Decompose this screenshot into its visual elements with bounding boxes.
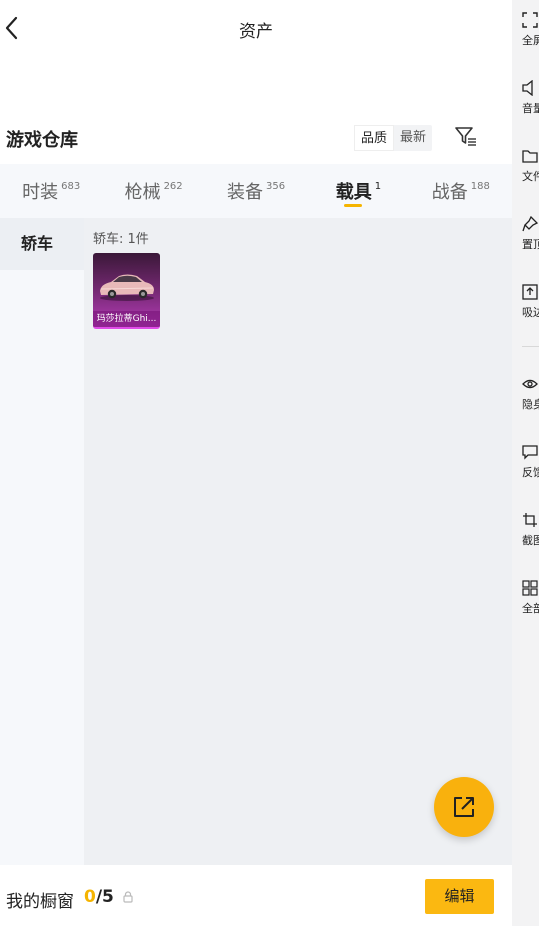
toolbar-fullscreen[interactable]: 全屏	[522, 12, 539, 48]
toolbar-label: 吸边	[522, 306, 539, 319]
toolbar-label: 反馈	[522, 466, 539, 479]
toolbar-volume[interactable]: 音量	[522, 80, 539, 116]
floating-toolbar: 全屏 音量 文件 置顶 吸边 隐身 反馈 截图 全部	[512, 0, 539, 926]
showcase-total: /5	[95, 887, 114, 907]
toolbar-label: 截图	[522, 534, 539, 547]
tab-label: 枪械	[124, 182, 161, 203]
showcase-count: 0/5	[84, 887, 114, 907]
toolbar-label: 隐身	[522, 398, 539, 411]
dock-icon	[522, 284, 538, 300]
toolbar-label: 置顶	[522, 238, 539, 251]
toolbar-label: 文件	[522, 170, 539, 183]
tab-label: 时装	[22, 182, 59, 203]
tab-battle-gear[interactable]: 战备 188	[410, 164, 512, 218]
sort-toggle: 品质 最新	[354, 125, 433, 151]
volume-icon	[522, 80, 533, 96]
filter-button[interactable]	[454, 125, 478, 149]
tab-count: 356	[265, 181, 286, 192]
warehouse-header: 游戏仓库 品质 最新	[0, 118, 512, 158]
warehouse-title: 游戏仓库	[6, 130, 78, 151]
toolbar-feedback[interactable]: 反馈	[522, 444, 539, 480]
toolbar-dock[interactable]: 吸边	[522, 284, 539, 320]
edit-button[interactable]: 编辑	[425, 879, 494, 914]
filter-icon	[455, 127, 476, 146]
toolbar-file[interactable]: 文件	[522, 148, 539, 184]
sort-newest-option[interactable]: 最新	[394, 125, 432, 151]
main-panel: 资产 游戏仓库 品质 最新 时装683 枪械262 装备356 载具1	[0, 0, 512, 926]
fullscreen-icon	[522, 12, 538, 28]
top-bar: 资产	[0, 0, 512, 56]
sidebar-item-sedan[interactable]: 轿车	[0, 218, 84, 270]
category-tabs: 时装 683 枪械 262 装备 356 载具 1 战备 188	[0, 164, 512, 218]
pin-icon	[522, 216, 538, 232]
tab-label: 装备	[226, 182, 263, 203]
toolbar-divider	[522, 346, 539, 347]
tab-count: 1	[374, 181, 382, 192]
app-screen: 资产 游戏仓库 品质 最新 时装683 枪械262 装备356 载具1	[0, 0, 539, 926]
lock-icon	[123, 891, 133, 903]
toolbar-screenshot[interactable]: 截图	[522, 512, 539, 548]
tab-count: 262	[163, 181, 183, 192]
item-grid: 轿车: 1件 玛莎拉蒂Ghi...	[84, 218, 512, 865]
screenshot-icon	[523, 513, 537, 527]
item-name: 玛莎拉蒂Ghi...	[93, 311, 160, 327]
tab-vehicles[interactable]: 载具 1	[307, 164, 409, 218]
subcategory-sidebar: 轿车	[0, 218, 84, 865]
active-tab-indicator	[344, 204, 363, 207]
sort-quality-option[interactable]: 品质	[354, 125, 395, 151]
tab-label: 载具	[335, 182, 372, 203]
toolbar-all[interactable]: 全部	[522, 580, 539, 616]
folder-icon	[522, 150, 538, 163]
share-fab-button[interactable]	[434, 777, 494, 837]
tab-count: 683	[61, 181, 81, 192]
feedback-icon	[522, 445, 538, 460]
toolbar-label: 全屏	[522, 34, 539, 47]
tab-guns[interactable]: 枪械 262	[102, 164, 204, 218]
page-title: 资产	[239, 22, 273, 42]
group-label: 轿车: 1件	[93, 232, 149, 247]
toolbar-label: 全部	[522, 602, 539, 615]
showcase-current: 0	[84, 887, 96, 907]
grid-icon	[522, 580, 538, 596]
tab-fashion[interactable]: 时装 683	[0, 164, 102, 218]
showcase-label: 我的橱窗	[6, 892, 74, 912]
toolbar-pin[interactable]: 置顶	[522, 216, 539, 252]
tab-count: 188	[470, 181, 490, 192]
eye-icon	[522, 379, 538, 389]
tab-label: 战备	[431, 182, 468, 203]
tab-equipment[interactable]: 装备 356	[205, 164, 307, 218]
toolbar-hide[interactable]: 隐身	[522, 376, 539, 412]
toolbar-label: 音量	[522, 102, 539, 115]
showcase-bar: 我的橱窗 0/5 编辑	[0, 865, 512, 926]
item-card[interactable]: 玛莎拉蒂Ghi...	[93, 253, 160, 329]
share-external-icon	[454, 797, 474, 817]
car-image-icon	[100, 274, 154, 301]
